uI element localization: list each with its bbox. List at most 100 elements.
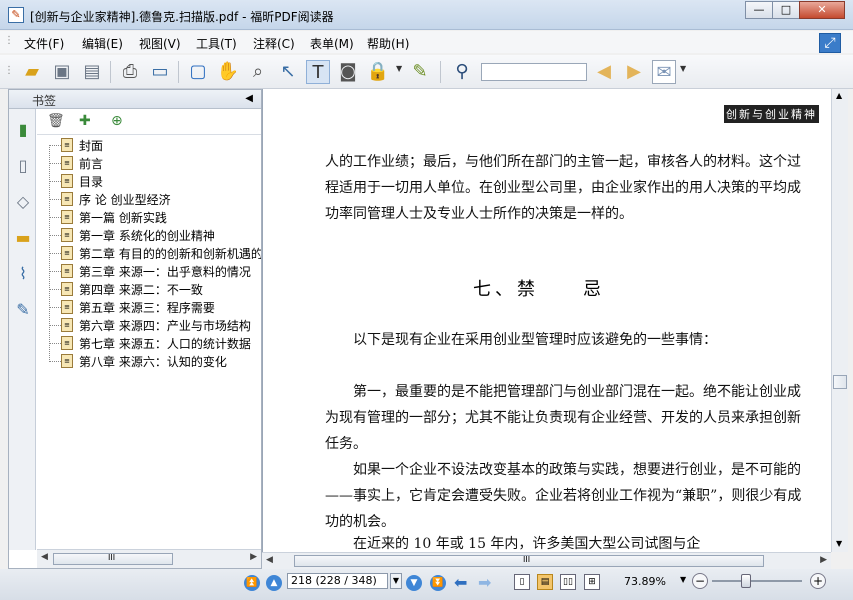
scroll-left-icon[interactable]: ◀: [41, 552, 48, 562]
binoculars-icon[interactable]: ⚲: [450, 60, 474, 84]
hand-tool-icon[interactable]: ✋: [216, 60, 240, 84]
bookmark-item[interactable]: ≡ 第一章 系统化的创业精神: [37, 226, 261, 244]
bookmarks-tab-icon[interactable]: ▮: [12, 119, 34, 141]
page-dropdown-icon[interactable]: ▼: [390, 573, 402, 589]
go-back-icon[interactable]: ⬅: [454, 573, 467, 592]
bookmark-item[interactable]: ≡ 第三章 来源一：出乎意料的情况: [37, 262, 261, 280]
layers-tab-icon[interactable]: ◇: [12, 191, 34, 213]
bookmark-item[interactable]: ≡ 前言: [37, 154, 261, 172]
bookmark-icon: ≡: [61, 318, 73, 332]
zoom-out-icon[interactable]: −: [692, 573, 708, 589]
bookmark-item[interactable]: ≡ 第七章 来源五：人口的统计数据: [37, 334, 261, 352]
next-page-icon[interactable]: ▼: [406, 575, 422, 591]
zoom-in-icon[interactable]: +: [810, 573, 826, 589]
scroll-up-icon[interactable]: ▲: [836, 91, 842, 100]
sign-pen-icon[interactable]: ✎: [408, 60, 432, 84]
zoom-slider-handle[interactable]: [741, 574, 751, 588]
collapse-panel-icon[interactable]: ◀: [245, 93, 253, 104]
comments-tab-icon[interactable]: ▬: [12, 227, 34, 249]
add-bookmark-icon[interactable]: ✚: [79, 113, 91, 129]
go-forward-icon[interactable]: ➡: [478, 573, 491, 592]
snapshot-icon[interactable]: ◙: [336, 60, 360, 84]
bookmark-hscroll-thumb[interactable]: III: [53, 553, 173, 565]
attachments-tab-icon[interactable]: ⌇: [12, 263, 34, 285]
single-page-view-icon[interactable]: ▯: [514, 574, 530, 590]
scroll-down-icon[interactable]: ▼: [836, 539, 842, 548]
continuous-view-icon[interactable]: ▤: [537, 574, 553, 590]
bookmark-item[interactable]: ≡ 第二章 有目的的创新和创新机遇的: [37, 244, 261, 262]
menu-help[interactable]: 帮助(H): [367, 35, 409, 52]
bookmark-panel-header: 书签 ◀: [9, 90, 261, 109]
minimize-button[interactable]: —: [745, 1, 773, 19]
save-as-icon[interactable]: ▤: [80, 60, 104, 84]
rms-dropdown-icon[interactable]: ▼: [396, 64, 402, 73]
menu-view[interactable]: 视图(V): [139, 35, 181, 52]
last-page-icon[interactable]: ⏬: [430, 575, 446, 591]
zoom-level[interactable]: 73.89%: [624, 575, 666, 588]
bookmark-icon: ≡: [61, 264, 73, 278]
find-input[interactable]: [481, 63, 587, 81]
expand-icon[interactable]: ⤢: [819, 33, 841, 53]
document-hscrollbar[interactable]: ◀ III ▶: [262, 552, 831, 569]
save-icon[interactable]: ▣: [50, 60, 74, 84]
bookmark-item[interactable]: ≡ 第八章 来源六：认知的变化: [37, 352, 261, 370]
previous-page-icon[interactable]: ▲: [266, 575, 282, 591]
add-child-bookmark-icon[interactable]: ⊕: [111, 113, 123, 129]
first-page-icon[interactable]: ⏫: [244, 575, 260, 591]
zoom-tool-icon[interactable]: ⌕: [246, 60, 270, 84]
paragraph: 在近来的 10 年或 15 年内，许多美国大型公司试图与企: [325, 536, 701, 552]
bookmark-icon: ≡: [61, 354, 73, 368]
menu-form[interactable]: 表单(M): [310, 35, 354, 52]
bookmark-item[interactable]: ≡ 第四章 来源二：不一致: [37, 280, 261, 298]
comment-bubble-icon[interactable]: ✉: [652, 60, 676, 84]
comment-dropdown-icon[interactable]: ▼: [680, 64, 686, 73]
zoom-slider-track[interactable]: [712, 580, 802, 582]
document-hscroll-thumb[interactable]: III: [294, 555, 764, 567]
text-select-icon[interactable]: T: [306, 60, 330, 84]
pages-tab-icon[interactable]: ▯: [12, 155, 34, 177]
menu-file[interactable]: 文件(F): [24, 35, 64, 52]
find-next-icon[interactable]: ▶: [622, 60, 646, 84]
page-number-field[interactable]: 218 (228 / 348): [287, 573, 388, 589]
maximize-button[interactable]: □: [772, 1, 800, 19]
panel-tab-strip: ▮ ▯ ◇ ▬ ⌇ ✎: [9, 109, 36, 550]
open-icon[interactable]: ▰: [20, 60, 44, 84]
bookmark-item[interactable]: ≡ 序 论 创业型经济: [37, 190, 261, 208]
bookmark-item[interactable]: ≡ 目录: [37, 172, 261, 190]
fullscreen-icon[interactable]: ▢: [186, 60, 210, 84]
bookmark-item[interactable]: ≡ 第五章 来源三：程序需要: [37, 298, 261, 316]
zoom-dropdown-icon[interactable]: ▼: [680, 575, 686, 584]
print-icon[interactable]: ⎙: [118, 60, 142, 84]
scroll-left-icon[interactable]: ◀: [266, 555, 273, 565]
foxit-app-icon: ✎: [8, 7, 24, 23]
bookmark-item[interactable]: ≡ 封面: [37, 136, 261, 154]
rms-lock-icon[interactable]: 🔒: [366, 60, 390, 84]
status-bar: ⏫ ▲ 218 (228 / 348) ▼ ▼ ⏬ ⬅ ➡ ▯ ▤ ▯▯ ⊞ 7…: [0, 569, 853, 600]
bookmark-tools: 🗑 ✚ ⊕: [37, 109, 261, 135]
bookmark-item[interactable]: ≡ 第一篇 创新实践: [37, 208, 261, 226]
properties-icon[interactable]: ▭: [148, 60, 172, 84]
continuous-facing-view-icon[interactable]: ⊞: [584, 574, 600, 590]
facing-view-icon[interactable]: ▯▯: [560, 574, 576, 590]
menu-edit[interactable]: 编辑(E): [82, 35, 123, 52]
bookmark-panel-title: 书签: [32, 94, 57, 108]
scroll-right-icon[interactable]: ▶: [250, 552, 257, 562]
window-title: [创新与企业家精神].德鲁克.扫描版.pdf - 福昕PDF阅读器: [30, 10, 334, 24]
document-view[interactable]: 创新与创业精神 人的工作业绩；最后，与他们所在部门的主管一起，审核各人的材料。这…: [262, 89, 831, 552]
close-button[interactable]: ✕: [799, 1, 845, 19]
find-prev-icon[interactable]: ◀: [592, 60, 616, 84]
signatures-tab-icon[interactable]: ✎: [12, 299, 34, 321]
paragraph: 第一，最重要的是不能把管理部门与创业部门混在一起。绝不能让创业成为现有管理的一部…: [325, 384, 801, 452]
delete-bookmark-icon[interactable]: 🗑: [47, 113, 65, 129]
document-vscrollbar[interactable]: ▲ ▼: [831, 89, 848, 552]
select-arrow-icon[interactable]: ↖: [276, 60, 300, 84]
document-vscroll-thumb[interactable]: [833, 375, 847, 389]
bookmark-item[interactable]: ≡ 第六章 来源四：产业与市场结构: [37, 316, 261, 334]
menu-comment[interactable]: 注释(C): [253, 35, 295, 52]
menu-tools[interactable]: 工具(T): [196, 35, 237, 52]
menu-grip-icon: ⋮: [4, 35, 14, 46]
menu-bar: ⋮ 文件(F) 编辑(E) 视图(V) 工具(T) 注释(C) 表单(M) 帮助…: [0, 31, 853, 53]
scroll-right-icon[interactable]: ▶: [820, 555, 827, 565]
bookmark-hscrollbar[interactable]: ◀ III ▶: [37, 549, 261, 568]
bookmark-panel: 书签 ◀ ▮ ▯ ◇ ▬ ⌇ ✎ 🗑 ✚ ⊕ ≡ 封面 ≡ 前言 ≡ 目录 ≡ 序 论 …: [8, 89, 262, 569]
